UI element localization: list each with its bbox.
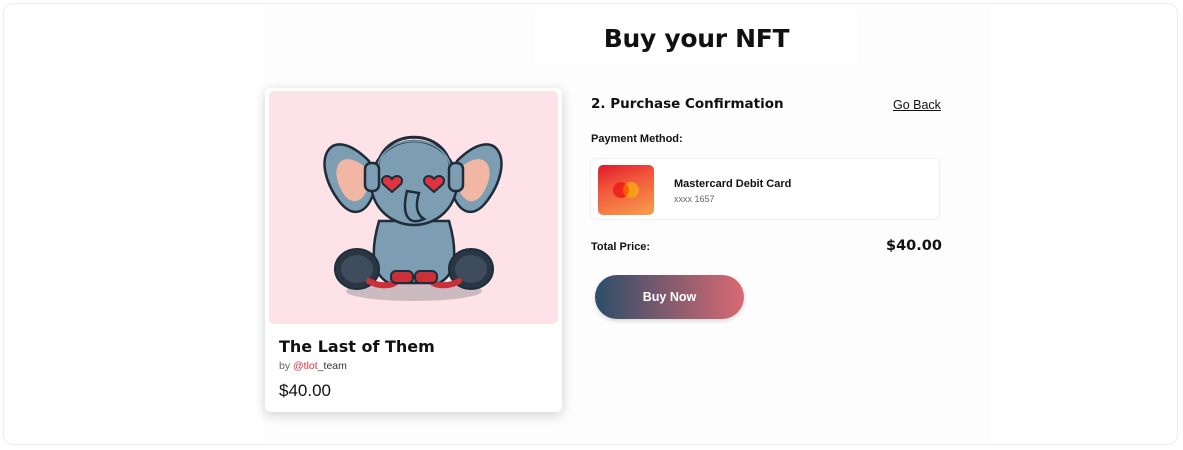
payment-method-label: Payment Method:	[591, 133, 683, 145]
nft-title: The Last of Them	[279, 337, 435, 356]
app-frame: Buy your NFT	[3, 3, 1178, 445]
nft-creator: by @tlot_team	[279, 360, 347, 372]
payment-method-option[interactable]: Mastercard Debit Card xxxx 1657	[590, 158, 940, 220]
elephant-illustration	[323, 135, 503, 301]
card-thumbnail	[598, 165, 654, 215]
page-title: Buy your NFT	[603, 23, 790, 53]
header: Buy your NFT	[535, 12, 858, 64]
payment-method-name: Mastercard Debit Card	[674, 178, 792, 190]
nft-image	[269, 91, 558, 324]
go-back-link[interactable]: Go Back	[893, 98, 941, 112]
total-price-value: $40.00	[886, 238, 942, 254]
buy-now-button[interactable]: Buy Now	[595, 275, 744, 319]
creator-handle-at[interactable]: @tlot	[293, 360, 318, 372]
total-price-label: Total Price:	[591, 241, 651, 253]
creator-handle-name[interactable]: _team	[318, 360, 347, 372]
byline-prefix: by	[279, 360, 294, 372]
mastercard-logo-icon	[613, 182, 639, 198]
payment-method-number: xxxx 1657	[674, 194, 715, 204]
step-title: 2. Purchase Confirmation	[591, 96, 784, 112]
nft-price: $40.00	[279, 381, 331, 400]
nft-card[interactable]: The Last of Them by @tlot_team $40.00	[265, 88, 562, 412]
